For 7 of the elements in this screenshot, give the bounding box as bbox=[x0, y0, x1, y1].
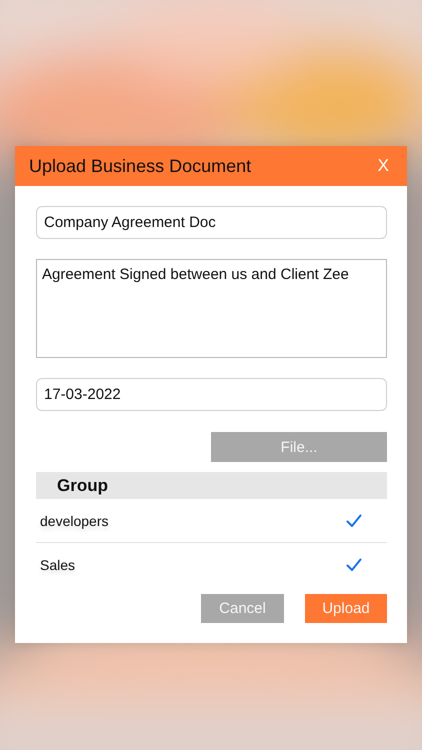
dialog-title: Upload Business Document bbox=[29, 156, 252, 176]
group-label[interactable]: developers bbox=[40, 512, 108, 528]
group-heading: Group bbox=[36, 472, 387, 499]
group-label[interactable]: Sales bbox=[40, 556, 76, 572]
name-field[interactable]: Company Agreement Doc bbox=[36, 206, 387, 239]
description-field[interactable]: Agreement Signed between us and Client Zee bbox=[36, 259, 387, 358]
date-field[interactable]: 17-03-2022 bbox=[36, 378, 387, 411]
